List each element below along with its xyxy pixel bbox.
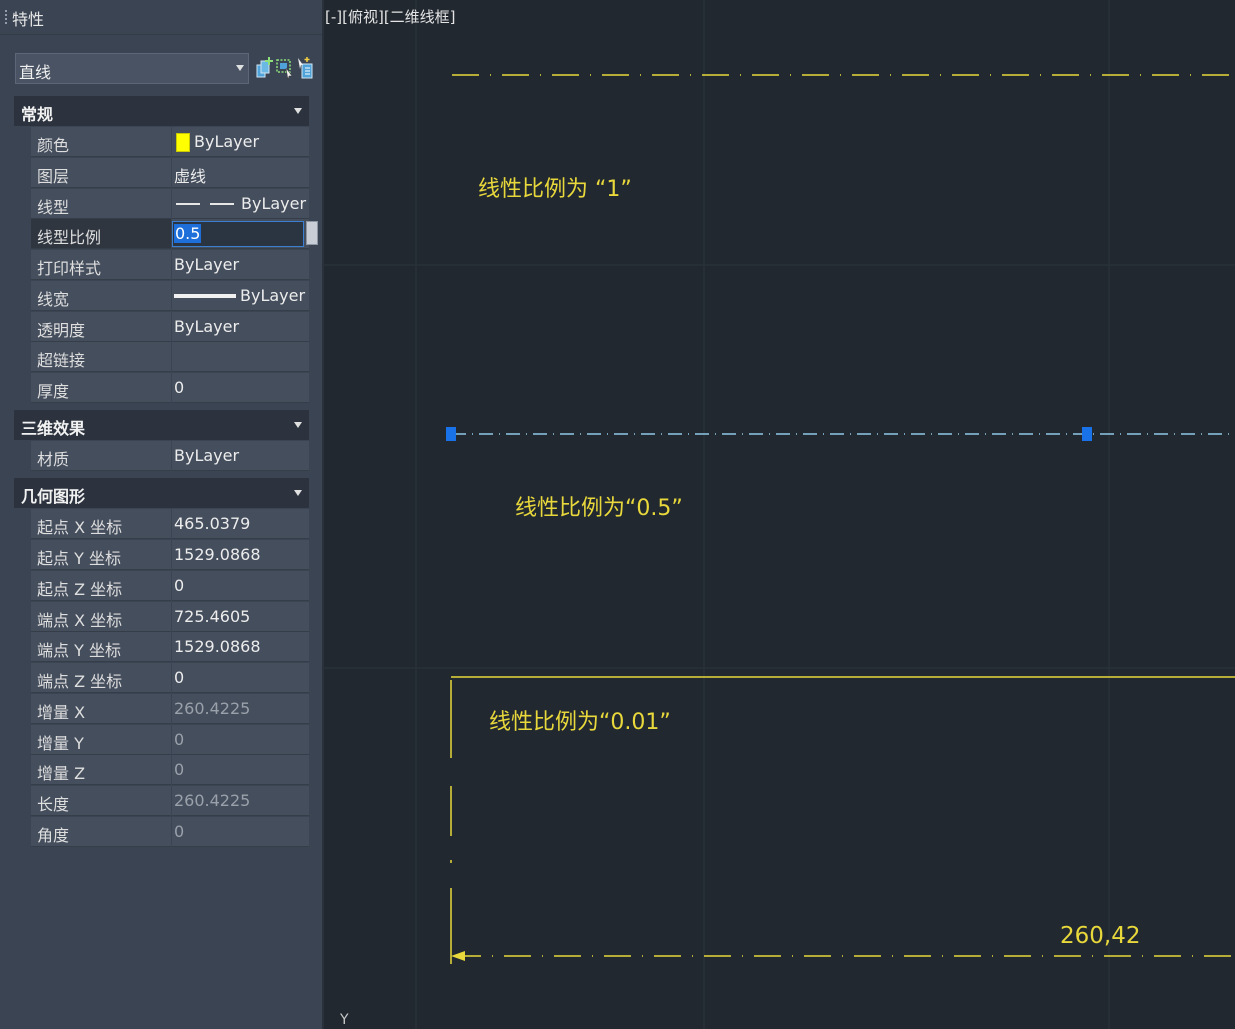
prop-value[interactable]: 725.4605: [174, 607, 250, 626]
prop-row-start-z[interactable]: 起点 Z 坐标 0: [14, 571, 309, 601]
prop-label: 增量 X: [37, 703, 86, 722]
prop-row-transparency[interactable]: 透明度 ByLayer: [14, 312, 309, 342]
prop-row-color[interactable]: 颜色 ByLayer: [14, 127, 309, 157]
prop-value: 0: [174, 822, 185, 841]
palette-title-bar[interactable]: 特性: [0, 0, 322, 35]
prop-value: 0: [174, 760, 185, 779]
drag-grip-icon[interactable]: [4, 9, 8, 25]
viewport-controls[interactable]: [-][俯视][二维线框]: [325, 6, 456, 27]
object-type-dropdown[interactable]: 直线: [15, 53, 249, 84]
canvas-graphics: [324, 0, 1235, 1029]
properties-palette: 特性 直线 常规 颜色 ByLayer 图层 虚线 线型 ByLayer 线型比…: [0, 0, 324, 1029]
prop-value[interactable]: ByLayer: [174, 317, 239, 336]
section-title: 三维效果: [21, 419, 86, 438]
prop-label: 打印样式: [37, 259, 102, 278]
prop-label: 厚度: [37, 382, 70, 401]
prop-row-delta-z: 增量 Z 0: [14, 755, 309, 785]
collapse-arrow-icon[interactable]: [294, 422, 302, 428]
prop-value[interactable]: 0: [174, 378, 184, 397]
prop-row-thickness[interactable]: 厚度 0: [14, 373, 309, 403]
prop-row-layer[interactable]: 图层 虚线: [14, 158, 309, 188]
annotation-scale-001[interactable]: 线性比例为“0.01”: [489, 704, 671, 736]
palette-title: 特性: [12, 10, 45, 29]
prop-label: 起点 Z 坐标: [37, 580, 123, 599]
prop-row-end-x[interactable]: 端点 X 坐标 725.4605: [14, 602, 309, 632]
prop-value[interactable]: ByLayer: [174, 446, 239, 465]
prop-value[interactable]: ByLayer: [241, 194, 306, 213]
add-selection-icon[interactable]: [256, 56, 274, 82]
section-title: 常规: [21, 105, 54, 124]
linetype-preview: [176, 203, 200, 205]
prop-value[interactable]: 465.0379: [174, 514, 250, 533]
prop-label: 颜色: [37, 136, 70, 155]
section-title: 几何图形: [21, 487, 86, 506]
ucs-icon: Y: [340, 1012, 349, 1028]
dimension-arrowhead-icon: [451, 951, 465, 961]
grid: [324, 0, 1235, 1029]
prop-row-start-y[interactable]: 起点 Y 坐标 1529.0868: [14, 540, 309, 570]
calculator-icon[interactable]: [306, 221, 318, 245]
prop-label: 角度: [37, 826, 70, 845]
prop-row-end-z[interactable]: 端点 Z 坐标 0: [14, 663, 309, 693]
prop-row-material[interactable]: 材质 ByLayer: [14, 441, 309, 471]
prop-value[interactable]: 0: [174, 668, 184, 687]
prop-label: 线型: [37, 198, 70, 217]
prop-label: 起点 X 坐标: [37, 518, 123, 537]
prop-value[interactable]: ByLayer: [174, 255, 239, 274]
object-type-value: 直线: [19, 63, 52, 82]
prop-row-plotstyle[interactable]: 打印样式 ByLayer: [14, 250, 309, 280]
prop-row-linetype[interactable]: 线型 ByLayer: [14, 189, 309, 219]
prop-label: 增量 Y: [37, 734, 84, 753]
section-general[interactable]: 常规: [14, 96, 309, 126]
prop-value[interactable]: 0: [174, 576, 184, 595]
prop-row-angle: 角度 0: [14, 817, 309, 847]
collapse-arrow-icon[interactable]: [294, 490, 302, 496]
grip-end[interactable]: [1082, 427, 1092, 441]
prop-label: 端点 X 坐标: [37, 611, 123, 630]
dimension-text[interactable]: 260,42: [1060, 923, 1140, 949]
linetype-scale-input[interactable]: 0.5: [172, 221, 304, 247]
annotation-scale-05[interactable]: 线性比例为“0.5”: [515, 490, 683, 522]
prop-value: 0: [174, 730, 185, 749]
prop-label: 透明度: [37, 321, 86, 340]
prop-label: 长度: [37, 795, 70, 814]
lineweight-preview: [174, 294, 236, 298]
prop-label: 材质: [37, 450, 70, 469]
prop-value: 260.4225: [174, 791, 251, 810]
prop-value[interactable]: 虚线: [174, 163, 206, 187]
drawing-canvas[interactable]: [-][俯视][二维线框] 线性比例为 “1” 线性比例为“0.5” 线性比例为…: [324, 0, 1235, 1029]
prop-label: 线型比例: [37, 228, 102, 247]
grip-start[interactable]: [446, 427, 456, 441]
section-geometry[interactable]: 几何图形: [14, 478, 309, 508]
linetype-scale-value: 0.5: [174, 224, 202, 243]
prop-row-delta-y: 增量 Y 0: [14, 725, 309, 755]
collapse-arrow-icon[interactable]: [294, 108, 302, 114]
prop-row-length: 长度 260.4225: [14, 786, 309, 816]
prop-label: 端点 Y 坐标: [37, 641, 121, 660]
prop-value: 260.4225: [174, 699, 251, 718]
prop-row-hyperlink[interactable]: 超链接: [14, 342, 309, 372]
prop-label: 端点 Z 坐标: [37, 672, 123, 691]
linetype-preview: [210, 203, 234, 205]
quick-select-icon[interactable]: [276, 56, 294, 82]
prop-label: 超链接: [37, 351, 86, 370]
prop-label: 线宽: [37, 290, 70, 309]
prop-row-lineweight[interactable]: 线宽 ByLayer: [14, 281, 309, 311]
chevron-down-icon: [236, 65, 244, 71]
color-swatch: [176, 133, 190, 152]
prop-value[interactable]: ByLayer: [194, 132, 259, 151]
section-3d-effects[interactable]: 三维效果: [14, 410, 309, 440]
prop-label: 增量 Z: [37, 764, 86, 783]
annotation-scale-1[interactable]: 线性比例为 “1”: [478, 171, 632, 203]
prop-value[interactable]: 1529.0868: [174, 637, 261, 656]
prop-row-end-y[interactable]: 端点 Y 坐标 1529.0868: [14, 632, 309, 662]
prop-label: 起点 Y 坐标: [37, 549, 121, 568]
prop-label: 图层: [37, 167, 70, 186]
prop-row-linetype-scale[interactable]: 线型比例 0.5: [14, 219, 318, 249]
prop-value[interactable]: ByLayer: [240, 286, 305, 305]
prop-row-delta-x: 增量 X 260.4225: [14, 694, 309, 724]
prop-row-start-x[interactable]: 起点 X 坐标 465.0379: [14, 509, 309, 539]
toggle-pickadd-icon[interactable]: [296, 56, 314, 82]
prop-value[interactable]: 1529.0868: [174, 545, 261, 564]
